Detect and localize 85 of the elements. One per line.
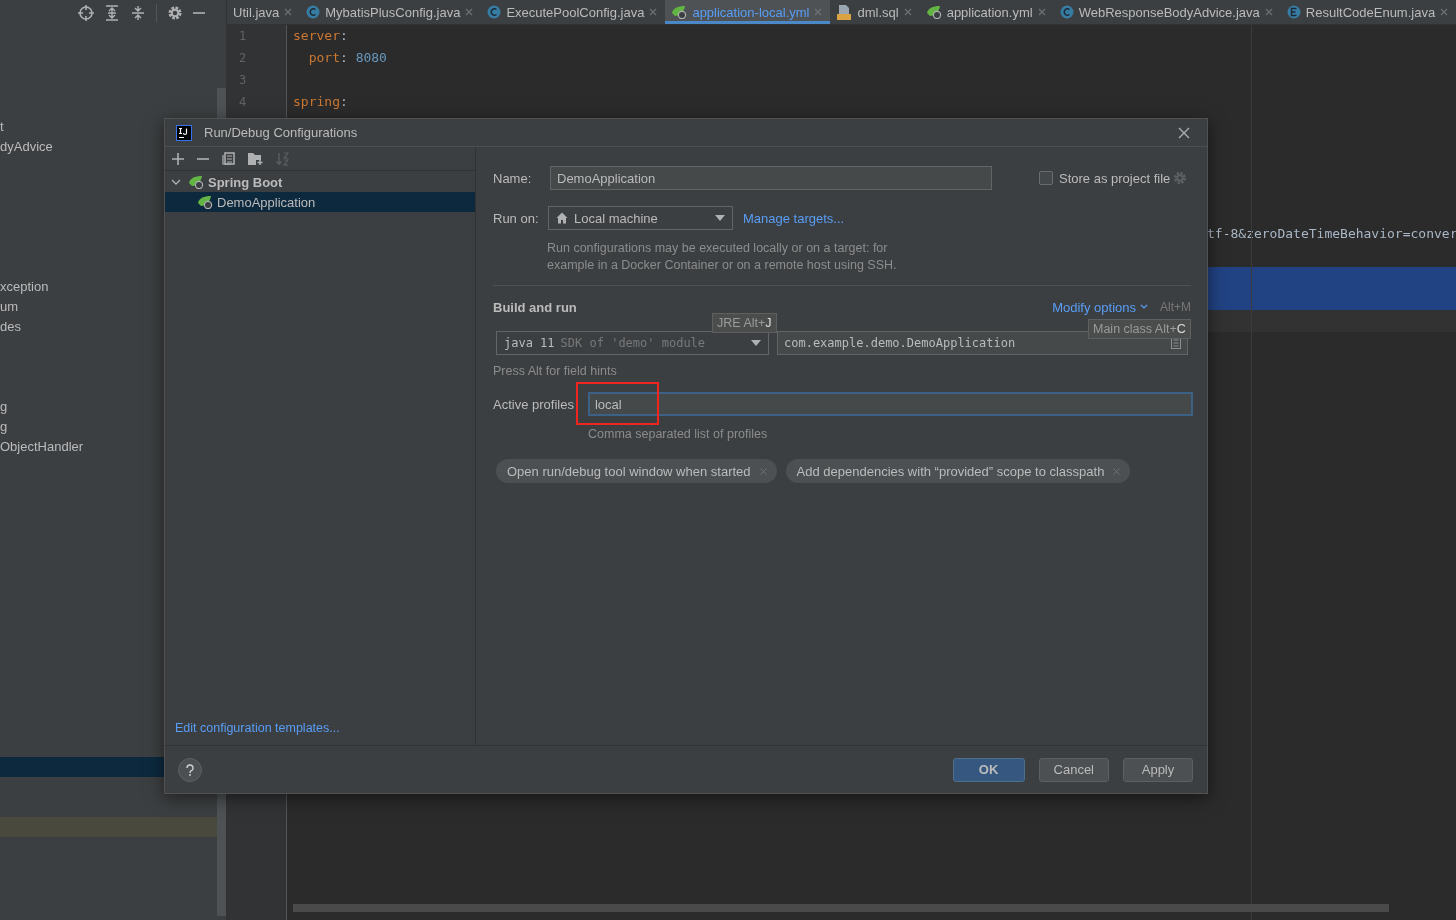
collapse-all-icon bbox=[130, 4, 146, 21]
chevron-down-icon bbox=[1140, 304, 1148, 310]
close-icon bbox=[759, 467, 767, 475]
tab-label: WebResponseBodyAdvice.java bbox=[1078, 4, 1260, 20]
close-icon bbox=[649, 8, 658, 16]
dialog-title: Run/Debug Configurations bbox=[204, 125, 359, 140]
tab-label: application.yml bbox=[946, 4, 1033, 20]
editor-tab[interactable]: Util.java bbox=[227, 0, 301, 24]
class-icon bbox=[306, 5, 321, 19]
tree-node[interactable]: Spring Boot bbox=[165, 172, 475, 192]
close-icon bbox=[814, 8, 823, 16]
editor-tab[interactable]: WebResponseBodyAdvice.java bbox=[1053, 0, 1281, 24]
code-line: port: 8080 bbox=[307, 49, 388, 67]
manage-targets-link[interactable]: Manage targets... bbox=[743, 210, 845, 226]
hint-text: Comma separated list of profiles bbox=[588, 427, 769, 441]
copy-icon bbox=[222, 152, 235, 165]
app-icon bbox=[176, 124, 192, 141]
active-profiles-field[interactable]: local bbox=[587, 392, 1193, 416]
dropdown-arrow-icon bbox=[715, 215, 725, 221]
tab-label: ResultCodeEnum.java bbox=[1305, 4, 1436, 20]
close-icon bbox=[903, 8, 912, 16]
dropdown-arrow-icon bbox=[751, 340, 761, 346]
hint-text: Run configurations may be executed locally or on a target: for example in a Docker Container or on a remote host using SSH. bbox=[547, 240, 898, 274]
target-icon bbox=[78, 4, 94, 21]
name-field[interactable]: DemoApplication bbox=[550, 166, 992, 190]
tab-label: Util.java bbox=[233, 4, 280, 20]
minimize-icon bbox=[193, 11, 205, 14]
close-icon bbox=[1440, 8, 1449, 16]
store-checkbox[interactable]: Store as project file bbox=[1039, 170, 1171, 186]
field-label: Name: bbox=[493, 170, 533, 186]
home-icon bbox=[556, 212, 568, 224]
close-icon bbox=[1264, 8, 1273, 16]
option-chip[interactable]: Open run/debug tool window when started bbox=[496, 459, 777, 483]
editor-tab[interactable]: application-local.yml bbox=[665, 0, 831, 24]
tab-label: MybatisPlusConfig.java bbox=[325, 4, 461, 20]
modify-options-link[interactable]: Modify options bbox=[1052, 299, 1148, 315]
tab-label: dml.sql bbox=[857, 4, 899, 20]
class-icon bbox=[1059, 5, 1074, 19]
close-icon bbox=[1178, 126, 1190, 139]
dialog-button[interactable]: Apply bbox=[1123, 757, 1193, 782]
leaf-icon bbox=[197, 195, 213, 209]
tab-label: ExecutePoolConfig.java bbox=[506, 4, 645, 20]
close-icon bbox=[1037, 8, 1046, 16]
leaf-icon bbox=[925, 5, 942, 19]
folder-add-icon bbox=[248, 152, 263, 165]
editor-tab[interactable]: ExecutePoolConfig.java bbox=[481, 0, 666, 24]
editor-tab[interactable]: ResultCodeEnum.java bbox=[1280, 0, 1456, 24]
hint-text: Press Alt for field hints bbox=[493, 364, 618, 378]
code-line: server: bbox=[293, 27, 349, 45]
tooltip: JRE Alt+J bbox=[712, 313, 777, 333]
run-on-dropdown[interactable]: Local machine bbox=[548, 206, 733, 230]
templates-link[interactable]: Edit configuration templates... bbox=[165, 721, 475, 745]
scrollbar-thumb[interactable] bbox=[293, 904, 1389, 912]
dialog-button[interactable]: OK bbox=[952, 757, 1025, 782]
settings-icon bbox=[167, 4, 183, 21]
editor-tab[interactable]: dml.sql bbox=[830, 0, 920, 24]
close-icon bbox=[1113, 467, 1121, 475]
editor-tab[interactable]: application.yml bbox=[919, 0, 1054, 24]
settings-icon bbox=[1173, 171, 1188, 185]
class-icon bbox=[487, 5, 502, 19]
browse-icon bbox=[1171, 337, 1181, 349]
tooltip: Main class Alt+C bbox=[1088, 319, 1191, 339]
tab-label: application-local.yml bbox=[692, 4, 810, 20]
section-title: Build and run bbox=[493, 299, 577, 315]
jre-dropdown[interactable]: java 11 SDK of 'demo' module bbox=[496, 331, 769, 355]
editor-tab[interactable]: MybatisPlusConfig.java bbox=[300, 0, 482, 24]
field-label: Active profiles bbox=[493, 396, 574, 412]
option-chip[interactable]: Add dependencies with “provided” scope to classpath bbox=[785, 459, 1131, 483]
shortcut-text: Alt+M bbox=[1160, 300, 1191, 314]
close-icon bbox=[284, 8, 293, 16]
chevron-down-icon bbox=[171, 177, 181, 187]
sort-icon bbox=[276, 151, 289, 166]
help-icon bbox=[185, 763, 195, 776]
leaf-icon bbox=[671, 5, 688, 19]
field-label: Run on: bbox=[493, 210, 540, 226]
enum-icon bbox=[1286, 5, 1301, 19]
tree-node[interactable]: DemoApplication bbox=[165, 192, 475, 212]
leaf-icon bbox=[188, 175, 204, 189]
sql-file-icon bbox=[836, 4, 853, 20]
code-line: spring: bbox=[293, 93, 349, 111]
close-icon bbox=[465, 8, 474, 16]
add-icon bbox=[172, 152, 184, 165]
help-button[interactable] bbox=[178, 757, 202, 782]
dialog-button[interactable]: Cancel bbox=[1038, 757, 1109, 782]
expand-all-icon bbox=[104, 4, 120, 21]
